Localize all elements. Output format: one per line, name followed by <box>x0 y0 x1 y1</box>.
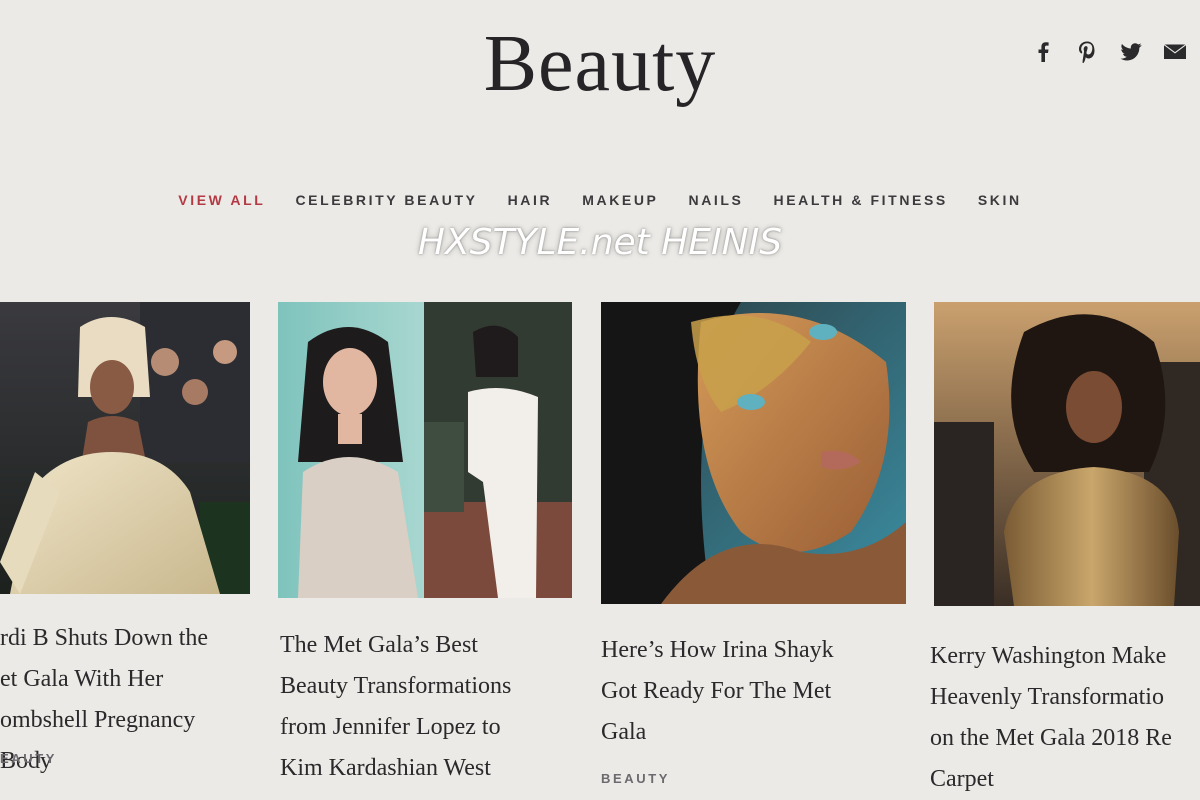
nav-item-view-all[interactable]: VIEW ALL <box>178 192 265 208</box>
nav-item-nails[interactable]: NAILS <box>689 192 744 208</box>
social-links <box>1032 40 1186 64</box>
twitter-icon[interactable] <box>1120 40 1142 64</box>
article-image-2[interactable] <box>278 302 572 598</box>
article-headline-4[interactable]: Kerry Washington Make Heavenly Transform… <box>930 636 1200 800</box>
nav-item-hair[interactable]: HAIR <box>508 192 553 208</box>
article-image-1[interactable] <box>0 302 250 594</box>
article-category-1[interactable]: EAUTY <box>0 751 57 766</box>
nav-item-health-fitness[interactable]: HEALTH & FITNESS <box>774 192 948 208</box>
article-category-3[interactable]: BEAUTY <box>601 771 670 786</box>
nav-item-celebrity-beauty[interactable]: CELEBRITY BEAUTY <box>295 192 477 208</box>
article-headline-3[interactable]: Here’s How Irina Shayk Got Ready For The… <box>601 630 901 753</box>
article-image-4[interactable] <box>934 302 1200 606</box>
article-headline-2[interactable]: The Met Gala’s Best Beauty Transformatio… <box>280 625 580 789</box>
nav-item-makeup[interactable]: MAKEUP <box>582 192 658 208</box>
nav-item-skin[interactable]: SKIN <box>978 192 1022 208</box>
pinterest-icon[interactable] <box>1076 40 1098 64</box>
article-image-3[interactable] <box>601 302 906 604</box>
watermark-text: HXSTYLE.net HEINIS <box>417 222 783 263</box>
page-title: Beauty <box>483 20 717 108</box>
facebook-icon[interactable] <box>1032 40 1054 64</box>
email-icon[interactable] <box>1164 40 1186 64</box>
category-nav: VIEW ALL CELEBRITY BEAUTY HAIR MAKEUP NA… <box>0 192 1200 208</box>
